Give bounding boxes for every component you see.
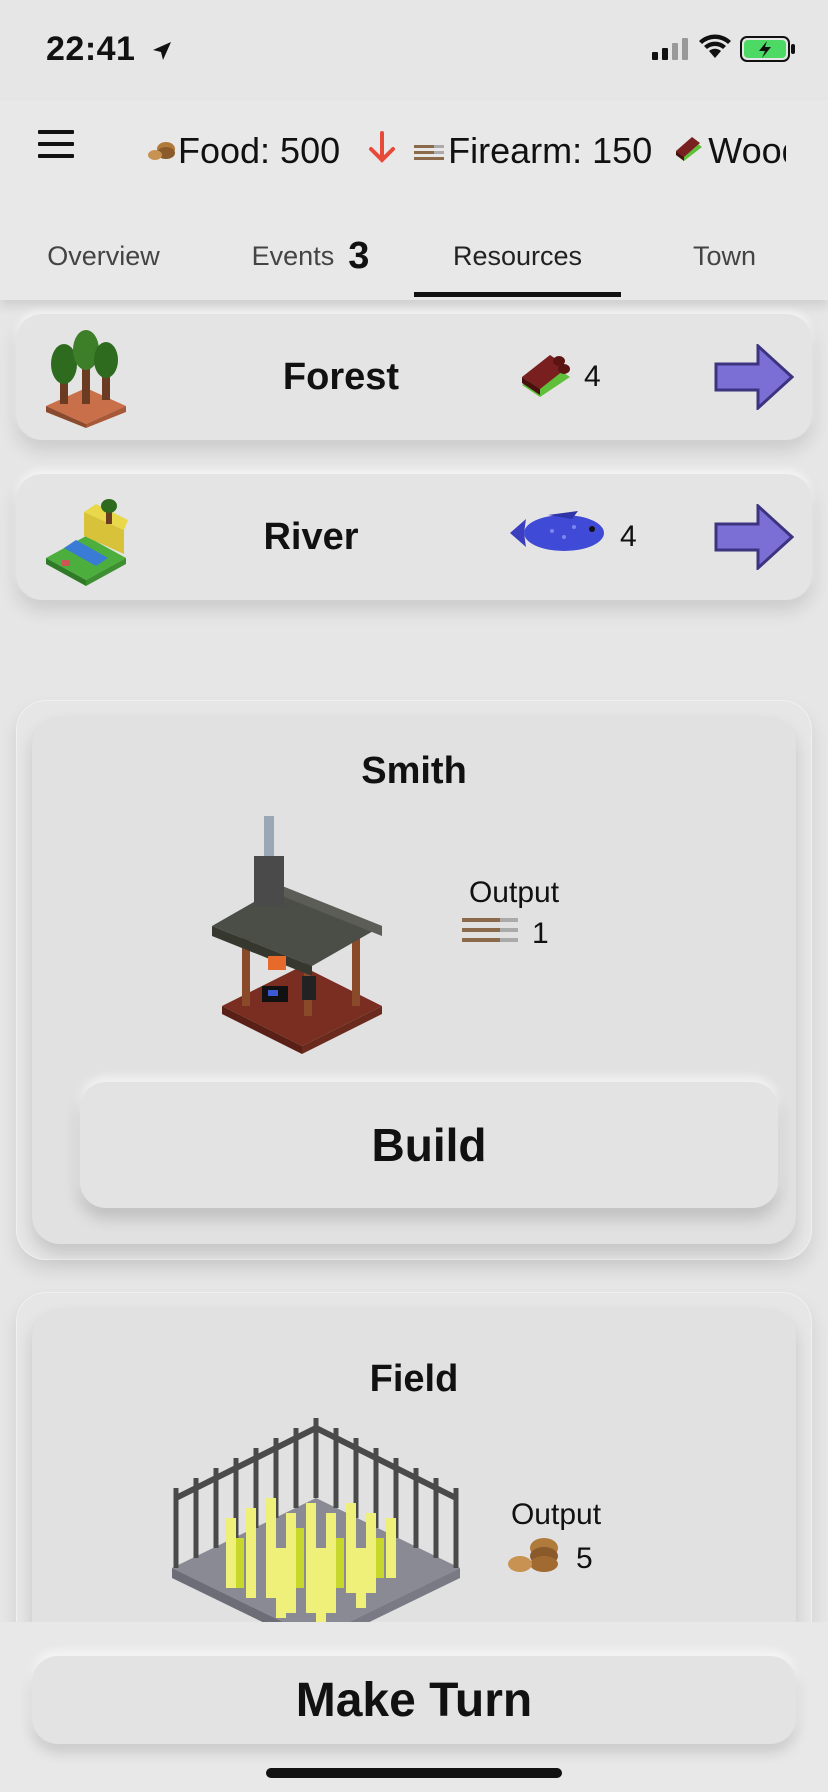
river-tile-image	[36, 488, 136, 593]
status-bar: 22:41	[0, 0, 828, 100]
fish-icon	[508, 505, 620, 569]
home-indicator[interactable]	[266, 1768, 562, 1778]
building-name: Field	[369, 1358, 459, 1400]
make-turn-button[interactable]: Make Turn	[32, 1656, 796, 1744]
bread-icon	[506, 1534, 562, 1584]
output-value: 5	[506, 1534, 593, 1584]
open-arrow-icon[interactable]	[714, 342, 795, 415]
hamburger-menu-icon[interactable]	[38, 130, 74, 158]
decrease-arrow-icon	[368, 130, 396, 172]
resource-summary-strip: Food: 500 Firearm: 150 Woo	[146, 130, 786, 174]
building-card-smith: Smith Output 1 Build	[16, 700, 812, 1260]
tab-overview[interactable]: Overview	[0, 212, 207, 300]
resource-food: Food: 500	[146, 130, 340, 172]
tab-bar: Overview Events 3 Resources Town	[0, 212, 828, 300]
wifi-icon	[698, 34, 732, 65]
output-label: Output	[510, 1498, 602, 1531]
bottom-bar: Make Turn	[0, 1622, 828, 1792]
open-arrow-icon[interactable]	[714, 502, 795, 575]
tab-town[interactable]: Town	[621, 212, 828, 300]
firearm-icon	[412, 130, 448, 172]
battery-icon	[740, 36, 796, 67]
resource-firearm: Firearm: 150	[412, 130, 652, 172]
resource-wood: Wood: 4	[672, 130, 786, 172]
resource-site-name: Forest	[282, 355, 400, 398]
building-name: Smith	[361, 750, 467, 792]
field-building-image	[166, 1418, 466, 1653]
events-count-badge: 3	[348, 234, 370, 277]
top-header: Food: 500 Firearm: 150 Woo Overview Even…	[0, 100, 828, 300]
output-value: 1	[460, 912, 549, 956]
resource-card-river[interactable]: River 4	[16, 474, 812, 600]
resource-yield: 4	[508, 474, 637, 600]
wood-log-icon	[516, 343, 584, 411]
resource-site-name: River	[263, 515, 359, 558]
smith-building-image	[212, 816, 392, 1061]
firearm-icon	[460, 912, 520, 956]
output-label: Output	[468, 876, 560, 909]
build-button[interactable]: Build	[80, 1082, 778, 1208]
status-time: 22:41	[46, 30, 173, 71]
tab-events[interactable]: Events 3	[207, 212, 414, 300]
forest-tile-image	[36, 328, 136, 433]
location-arrow-icon	[151, 32, 173, 71]
wood-log-icon	[672, 130, 708, 172]
bread-icon	[146, 130, 178, 172]
cellular-signal-icon	[652, 38, 690, 65]
resource-yield: 4	[516, 314, 601, 440]
resource-card-forest[interactable]: Forest 4	[16, 314, 812, 440]
building-card-inner: Smith Output 1 Build	[32, 716, 796, 1244]
tab-resources[interactable]: Resources	[414, 212, 621, 300]
active-tab-indicator	[414, 292, 621, 297]
